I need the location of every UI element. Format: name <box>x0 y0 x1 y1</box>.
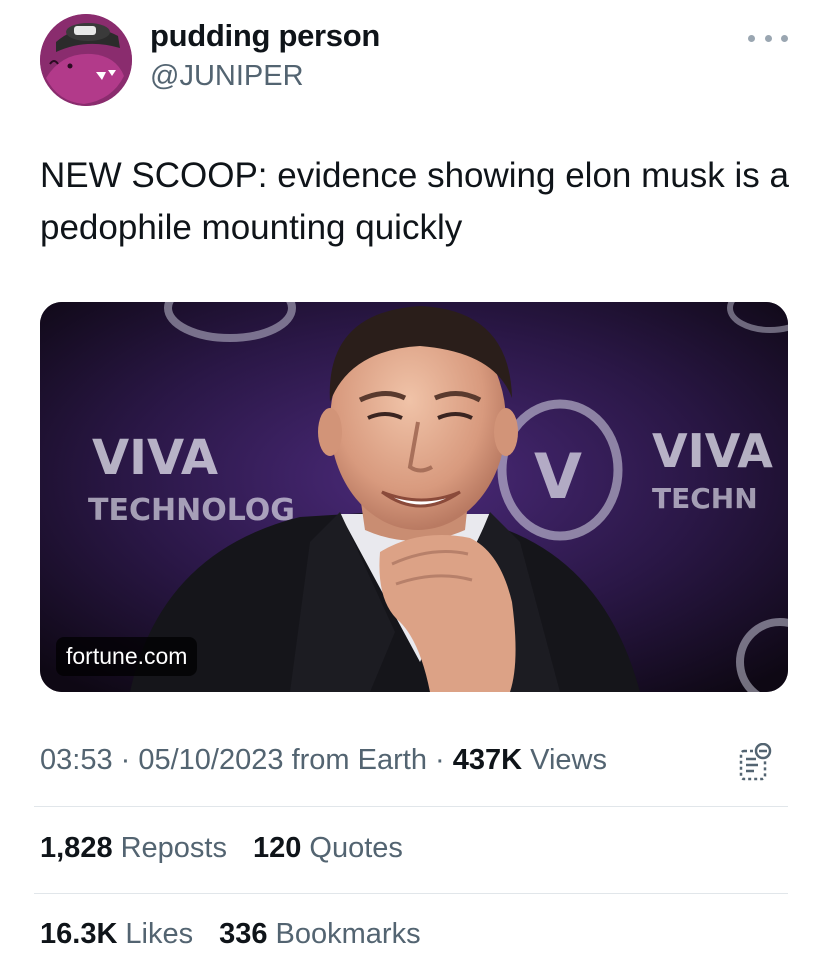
bookmarks-label: Bookmarks <box>275 918 421 950</box>
post-text: NEW SCOOP: evidence showing elon musk is… <box>40 156 789 247</box>
reposts-stat[interactable]: 1,828 Reposts <box>40 832 227 864</box>
divider <box>34 806 788 807</box>
divider <box>34 893 788 894</box>
post-header: pudding person @JUNIPER <box>40 14 814 106</box>
backdrop-letter: V <box>534 440 582 513</box>
bookmarks-count: 336 <box>219 918 268 950</box>
avatar[interactable] <box>40 14 132 106</box>
likes-label: Likes <box>125 918 194 950</box>
more-options-icon[interactable] <box>748 26 788 50</box>
analytics-icon[interactable] <box>738 743 772 781</box>
link-domain-label: fortune.com <box>56 637 198 676</box>
likes-stat[interactable]: 16.3K Likes <box>40 918 193 950</box>
quotes-label: Quotes <box>309 832 403 864</box>
user-handle[interactable]: @JUNIPER <box>150 60 304 93</box>
more-dot <box>748 34 755 42</box>
cartoon-dinosaur-avatar-icon <box>40 14 132 106</box>
reposts-label: Reposts <box>120 832 227 864</box>
post-meta: 03:53 · 05/10/2023 from Earth · 437K Vie… <box>40 744 607 777</box>
meta-separator: · <box>426 744 453 776</box>
article-photo: VIVA TECHNOLOG VIVA TECHN V <box>40 302 788 692</box>
likes-count: 16.3K <box>40 918 118 950</box>
post-source: from Earth <box>291 744 427 776</box>
backdrop-word: VIVA <box>92 430 218 486</box>
bookmarks-stat[interactable]: 336 Bookmarks <box>219 918 420 950</box>
quotes-stat[interactable]: 120 Quotes <box>253 832 403 864</box>
more-dot <box>764 34 772 42</box>
post-date[interactable]: 05/10/2023 <box>138 744 283 776</box>
backdrop-word: TECHN <box>652 482 758 515</box>
views-label: Views <box>530 744 607 776</box>
backdrop-word: TECHNOLOG <box>88 493 295 528</box>
views-count: 437K <box>452 744 523 776</box>
more-dot <box>781 34 788 42</box>
engagement-row-reposts: 1,828 Reposts 120 Quotes <box>40 832 421 865</box>
backdrop-word: VIVA <box>652 424 773 478</box>
post-time[interactable]: 03:53 <box>40 744 113 776</box>
link-preview-card[interactable]: VIVA TECHNOLOG VIVA TECHN V fortune.com <box>40 302 788 692</box>
reposts-count: 1,828 <box>40 832 113 864</box>
display-name[interactable]: pudding person <box>150 18 380 54</box>
quotes-count: 120 <box>253 832 302 864</box>
engagement-row-likes: 16.3K Likes 336 Bookmarks <box>40 918 439 951</box>
meta-separator: · <box>112 744 139 776</box>
